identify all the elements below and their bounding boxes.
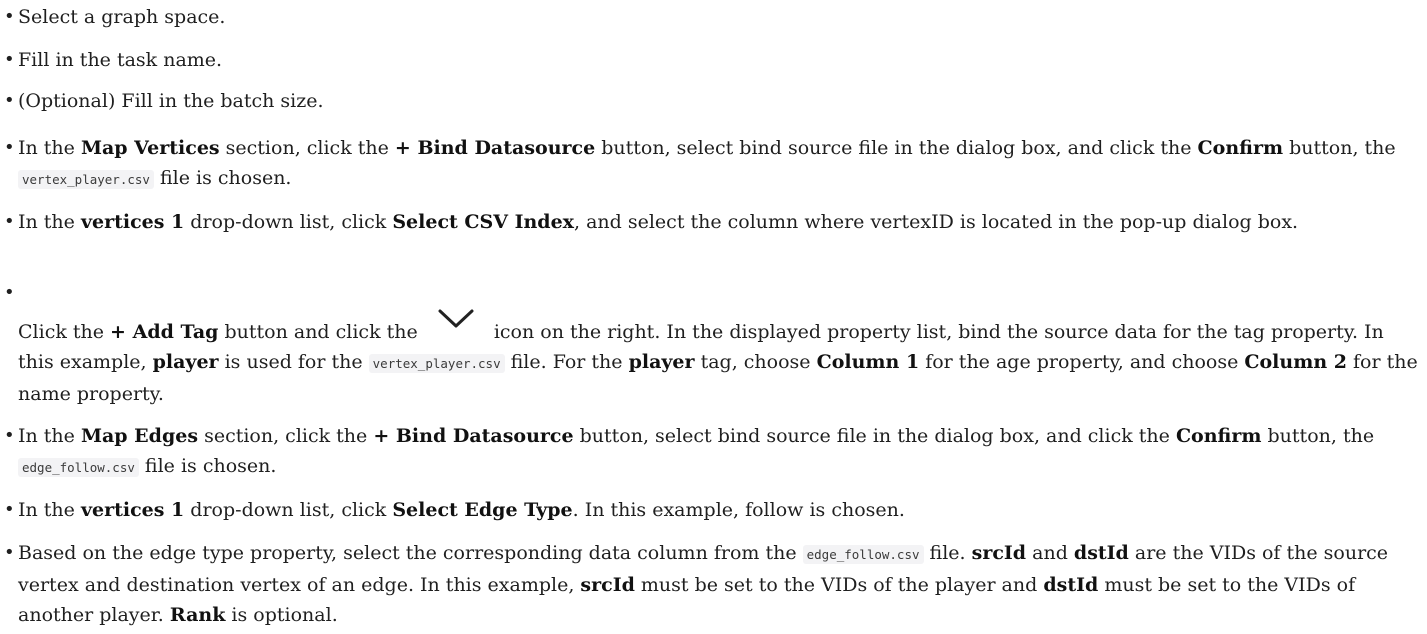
bold-term: + Add Tag	[110, 321, 219, 343]
text-run: drop-down list, click	[184, 211, 393, 233]
text-run: Based on the edge type property, select …	[18, 542, 803, 564]
text-run: and	[1026, 542, 1074, 564]
list-item-text: In the Map Edges section, click the + Bi…	[0, 421, 1420, 483]
text-run: must be set to the VIDs of the player an…	[634, 574, 1044, 596]
list-item-text: In the Map Vertices section, click the +…	[0, 133, 1420, 195]
list-bullet: •	[4, 542, 15, 563]
list-bullet: •	[4, 137, 15, 158]
list-item-text: Based on the edge type property, select …	[0, 538, 1420, 630]
text-run: file.	[923, 542, 972, 564]
text-run: is used for the	[218, 351, 369, 373]
text-run: (Optional) Fill in the batch size.	[18, 90, 324, 112]
inline-code: vertex_player.csv	[368, 354, 505, 373]
list-item: • In the vertices 1 drop-down list, click…	[0, 207, 1420, 237]
list-item: • Click the + Add Tag button and click th…	[0, 278, 1420, 409]
list-item: • In the vertices 1 drop-down list, click…	[0, 495, 1420, 525]
bold-term: srcId	[971, 542, 1027, 564]
list-item: • In the Map Vertices section, click the …	[0, 133, 1420, 195]
bold-term: srcId	[580, 574, 635, 596]
text-run: file is chosen.	[153, 167, 292, 189]
bold-term: Rank	[169, 604, 226, 626]
inline-code: vertex_player.csv	[18, 170, 154, 189]
list-item-text: In the vertices 1 drop-down list, click …	[0, 495, 1420, 525]
bold-term: + Bind Datasource	[394, 137, 596, 159]
text-run: Select a graph space.	[18, 6, 226, 28]
bold-term: dstId	[1043, 574, 1099, 596]
list-bullet: •	[4, 211, 15, 232]
list-bullet: •	[4, 49, 15, 70]
bold-term: + Bind Datasource	[373, 425, 574, 447]
list-item-text: Fill in the task name.	[0, 45, 1420, 75]
list-item: • Fill in the task name.	[0, 45, 1420, 75]
inline-code: edge_follow.csv	[18, 458, 139, 477]
text-run: Fill in the task name.	[18, 49, 223, 71]
text-run: section, click the	[198, 425, 374, 447]
list-item: • (Optional) Fill in the batch size.	[0, 86, 1420, 116]
inline-code: edge_follow.csv	[802, 545, 924, 564]
bold-term: Map Edges	[80, 425, 199, 447]
bold-term: vertices 1	[80, 211, 185, 233]
text-run: In the	[18, 425, 81, 447]
text-run: drop-down list, click	[184, 499, 393, 521]
chevron-down-icon	[428, 306, 484, 332]
text-run: button, select bind source file in the d…	[573, 425, 1176, 447]
list-item: • Based on the edge type property, select…	[0, 538, 1420, 630]
text-run: file is chosen.	[138, 455, 277, 477]
bold-term: player	[152, 351, 219, 373]
text-run: In the	[18, 499, 81, 521]
text-run: , and select the column where vertexID i…	[574, 211, 1299, 233]
text-run: Click the	[18, 321, 111, 343]
instruction-list: • Select a graph space. • Fill in the task …	[0, 0, 1427, 634]
text-run: is optional.	[225, 604, 338, 626]
text-run: . In this example, follow is chosen.	[572, 499, 905, 521]
list-item-text: In the vertices 1 drop-down list, click …	[0, 207, 1420, 237]
text-run: tag, choose	[694, 351, 817, 373]
list-bullet: •	[4, 425, 15, 446]
bold-term: Confirm	[1175, 425, 1262, 447]
list-item: • Select a graph space.	[0, 2, 1420, 32]
list-item: • In the Map Edges section, click the + B…	[0, 421, 1420, 483]
bold-term: Select Edge Type	[392, 499, 573, 521]
list-item-text: (Optional) Fill in the batch size.	[0, 86, 1420, 116]
bold-term: vertices 1	[80, 499, 185, 521]
list-bullet: •	[4, 282, 15, 303]
text-run: for the age property, and choose	[919, 351, 1245, 373]
bold-term: Column 1	[816, 351, 920, 373]
text-run: section, click the	[219, 137, 395, 159]
text-run: In the	[18, 211, 81, 233]
list-item-text: Click the + Add Tag button and click the…	[0, 278, 1420, 409]
bold-term: Map Vertices	[80, 137, 220, 159]
text-run: In the	[18, 137, 81, 159]
text-run: button, the	[1283, 137, 1402, 159]
bold-term: Confirm	[1197, 137, 1284, 159]
list-bullet: •	[4, 6, 15, 27]
bold-term: dstId	[1073, 542, 1129, 564]
text-run: button and click the	[218, 321, 424, 343]
text-run: button, the	[1261, 425, 1381, 447]
list-item-text: Select a graph space.	[0, 2, 1420, 32]
text-run: file. For the	[504, 351, 629, 373]
bold-term: Select CSV Index	[392, 211, 575, 233]
bold-term: player	[628, 351, 695, 373]
text-run: button, select bind source file in the d…	[595, 137, 1198, 159]
list-bullet: •	[4, 90, 15, 111]
list-bullet: •	[4, 499, 15, 520]
bold-term: Column 2	[1244, 351, 1347, 373]
